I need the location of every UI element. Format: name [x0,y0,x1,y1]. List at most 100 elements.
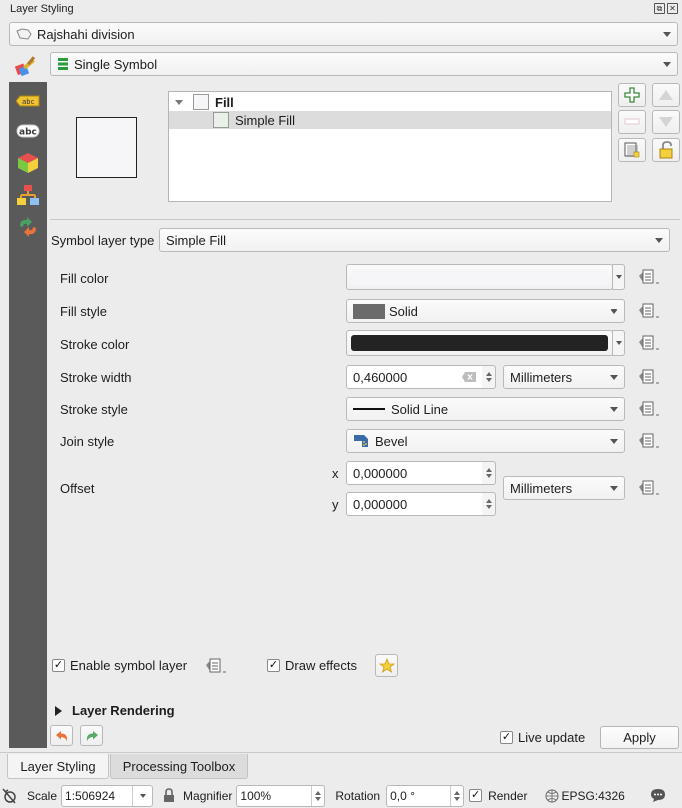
tab-processing-toolbox[interactable]: Processing Toolbox [110,754,248,779]
stroke-color-data-defined-button[interactable] [636,334,660,352]
offset-data-defined-button[interactable] [636,479,660,497]
effects-button[interactable] [375,654,398,677]
duplicate-layer-button[interactable] [618,138,646,162]
messages-icon[interactable] [650,788,666,803]
checkbox[interactable]: ✓ [267,659,280,672]
symbol-layer-type-select[interactable]: Simple Fill [159,228,670,252]
chevron-down-icon [610,406,618,412]
bevel-join-icon [354,435,368,447]
scale-input[interactable]: 1:506924 [61,784,154,807]
fill-color-menu-button[interactable] [612,264,625,290]
sidebar-item-masks[interactable]: abc [14,120,42,142]
stroke-color-label: Stroke color [60,337,130,352]
join-style-select[interactable]: Bevel [346,429,625,453]
fill-style-select[interactable]: Solid [346,299,625,323]
rotation-input[interactable]: 0,0 ° [386,784,465,807]
symbol-preview [76,117,137,178]
stroke-width-unit-select[interactable]: Millimeters [503,365,625,389]
data-defined-icon [639,480,659,495]
stroke-color-menu-button[interactable] [612,330,625,356]
draw-effects-checkbox[interactable]: ✓ Draw effects [267,658,357,673]
float-icon[interactable]: ⧉ [654,3,665,14]
join-style-value: Bevel [375,433,408,449]
sidebar-item-3d[interactable] [14,152,42,174]
magnifier-input[interactable]: 100% [236,784,326,807]
fill-swatch [193,94,209,110]
sidebar-item-history[interactable] [14,216,42,238]
fill-color-data-defined-button[interactable] [636,268,660,286]
expand-arrow-icon[interactable] [175,99,183,105]
join-style-data-defined-button[interactable] [636,432,660,450]
move-up-icon [659,90,673,100]
stroke-width-spinner[interactable] [482,365,496,389]
symbol-layer-type-value: Simple Fill [166,232,226,248]
diagram-icon [17,185,39,205]
history-icon [20,217,36,237]
sidebar-item-diagrams[interactable] [14,184,42,206]
add-layer-icon [624,87,640,103]
tree-item-label: Simple Fill [235,112,295,128]
checkbox[interactable]: ✓ [52,659,65,672]
offset-label: Offset [60,481,95,496]
move-down-button[interactable] [652,110,680,134]
enable-symbol-layer-checkbox[interactable]: ✓ Enable symbol layer [52,658,187,673]
render-label: Render [488,788,528,803]
chevron-down-icon [615,341,622,345]
symbol-layer-type-label: Symbol layer type [51,233,155,248]
symbol-layer-tree[interactable]: Fill Simple Fill [168,91,612,202]
stroke-color-button[interactable] [346,330,613,356]
clear-icon[interactable] [462,372,476,382]
coordinate-capture-icon[interactable] [1,787,17,805]
checkbox[interactable]: ✓ [500,731,513,744]
undo-button[interactable] [50,725,73,746]
layer-rendering-toggle[interactable]: Layer Rendering [55,703,175,718]
magnifier-label: Magnifier [183,788,233,803]
stroke-style-data-defined-button[interactable] [636,400,660,418]
tab-layer-styling[interactable]: Layer Styling [7,754,109,779]
magnifier-spinner[interactable] [311,785,324,806]
redo-button[interactable] [80,725,103,746]
paintbrush-icon [14,55,40,77]
offset-x-spinner[interactable] [482,461,496,485]
offset-x-input[interactable]: 0,000000 [346,461,483,485]
crs-globe-icon[interactable] [545,789,559,803]
fill-style-data-defined-button[interactable] [636,302,660,320]
offset-unit: Millimeters [510,480,573,496]
move-up-button[interactable] [652,83,680,107]
sidebar-item-labels[interactable]: abc [14,90,42,112]
apply-button[interactable]: Apply [600,726,679,749]
lock-scale-icon[interactable] [163,788,175,803]
enable-layer-data-defined-button[interactable] [203,657,227,675]
remove-layer-button[interactable] [618,110,646,134]
divider [50,219,680,220]
scale-label: Scale [27,788,58,803]
stroke-width-data-defined-button[interactable] [636,368,660,386]
stroke-width-input[interactable]: 0,460000 [346,365,483,389]
offset-y-input[interactable]: 0,000000 [346,492,483,516]
live-update-checkbox[interactable]: ✓ Live update [500,730,585,745]
lock-color-button[interactable] [652,138,680,162]
chevron-down-icon [615,275,622,279]
data-defined-icon [639,433,659,448]
offset-unit-select[interactable]: Millimeters [503,476,625,500]
layer-name: Rajshahi division [37,26,135,42]
fill-color-swatch [352,269,607,285]
rotation-spinner[interactable] [450,785,463,806]
layer-selector[interactable]: Rajshahi division [9,22,678,46]
chevron-down-icon [610,374,618,380]
renderer-selector[interactable]: Single Symbol [50,52,678,76]
unlock-color-icon [659,141,673,159]
close-icon[interactable]: ✕ [667,3,678,14]
add-layer-button[interactable] [618,83,646,107]
tree-item-simple-fill[interactable]: Simple Fill [169,111,611,129]
rotation-label: Rotation [335,788,381,803]
render-checkbox[interactable]: ✓ [469,789,483,802]
offset-y-spinner[interactable] [482,492,496,516]
panel-title-buttons: ⧉ ✕ [654,3,678,14]
tree-item-fill[interactable]: Fill [169,93,611,111]
crs-label[interactable]: EPSG:4326 [561,789,624,803]
fill-color-button[interactable] [346,264,613,290]
stroke-style-select[interactable]: Solid Line [346,397,625,421]
fill-style-value: Solid [389,303,418,319]
scale-dropdown[interactable] [132,785,152,806]
